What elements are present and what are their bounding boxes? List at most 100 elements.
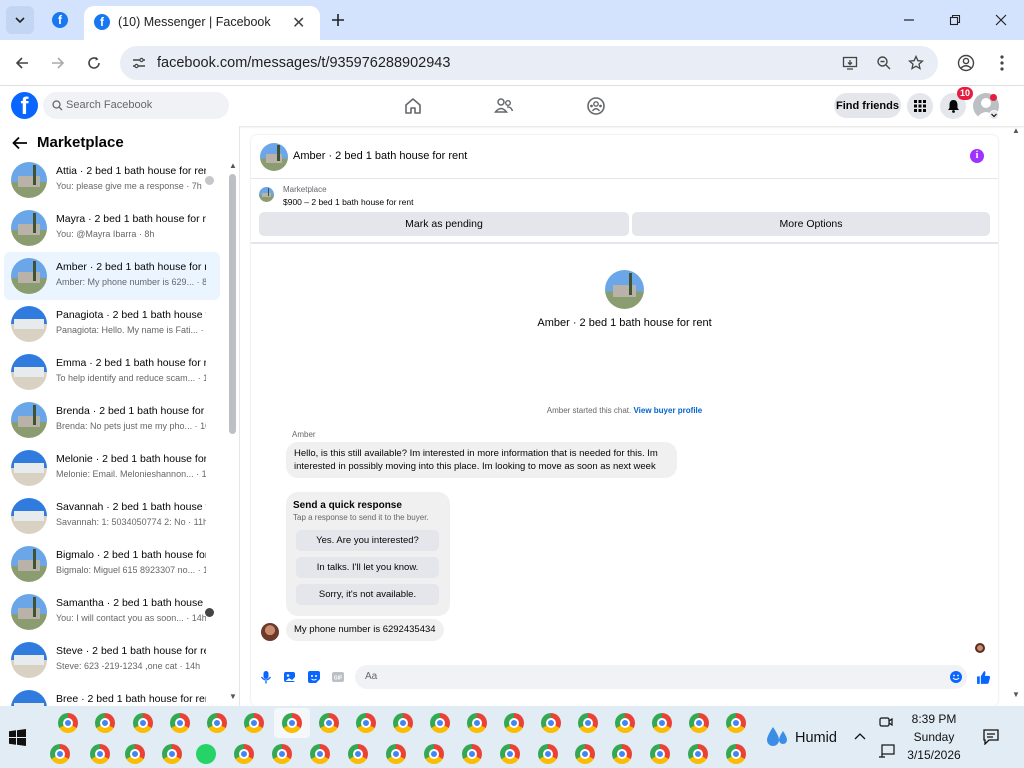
chrome-taskbar-icon[interactable] bbox=[207, 713, 227, 733]
chrome-taskbar-icon[interactable] bbox=[244, 713, 264, 733]
site-settings-icon[interactable] bbox=[132, 56, 146, 70]
windows-start-icon[interactable] bbox=[9, 729, 26, 746]
friends-icon[interactable] bbox=[494, 96, 514, 116]
chrome-taskbar-icon[interactable] bbox=[575, 744, 595, 764]
pinned-tab-facebook[interactable]: f bbox=[46, 6, 74, 34]
clock-date[interactable]: 3/15/2026 bbox=[901, 748, 967, 762]
chrome-taskbar-icon[interactable] bbox=[726, 713, 746, 733]
emoji-icon[interactable] bbox=[949, 670, 963, 684]
chrome-taskbar-icon[interactable] bbox=[688, 744, 708, 764]
address-bar[interactable]: facebook.com/messages/t/935976288902943 bbox=[120, 46, 938, 80]
gif-icon[interactable]: GIF bbox=[331, 670, 345, 684]
message-input[interactable]: Aa bbox=[355, 665, 967, 689]
conversation-item[interactable]: Attia · 2 bed 1 bath house for rent You: … bbox=[4, 156, 220, 204]
more-options-button[interactable]: More Options bbox=[632, 212, 990, 236]
clock-day[interactable]: Sunday bbox=[901, 730, 967, 744]
chrome-taskbar-icon[interactable] bbox=[90, 744, 110, 764]
chrome-taskbar-icon[interactable] bbox=[652, 713, 672, 733]
clock-time[interactable]: 8:39 PM bbox=[901, 712, 967, 726]
chrome-taskbar-icon[interactable] bbox=[500, 744, 520, 764]
chrome-taskbar-icon[interactable] bbox=[538, 744, 558, 764]
chrome-taskbar-icon[interactable] bbox=[95, 713, 115, 733]
chrome-taskbar-icon[interactable] bbox=[578, 713, 598, 733]
chrome-taskbar-icon[interactable] bbox=[162, 744, 182, 764]
conversation-item[interactable]: Mayra · 2 bed 1 bath house for rent You: … bbox=[4, 204, 220, 252]
weather-drop-icon[interactable] bbox=[764, 725, 790, 749]
mark-as-pending-button[interactable]: Mark as pending bbox=[259, 212, 629, 236]
chrome-taskbar-icon[interactable] bbox=[504, 713, 524, 733]
quick-reply-button[interactable]: Yes. Are you interested? bbox=[296, 530, 439, 551]
chrome-taskbar-icon[interactable] bbox=[58, 713, 78, 733]
chat-title[interactable]: Amber · 2 bed 1 bath house for rent bbox=[293, 150, 467, 162]
quick-reply-button[interactable]: Sorry, it's not available. bbox=[296, 584, 439, 605]
back-button[interactable] bbox=[8, 49, 36, 77]
chrome-taskbar-icon[interactable] bbox=[234, 744, 254, 764]
chrome-taskbar-icon[interactable] bbox=[689, 713, 709, 733]
info-icon[interactable]: i bbox=[970, 149, 984, 163]
profile-avatar[interactable] bbox=[605, 270, 644, 309]
browser-menu-button[interactable] bbox=[988, 49, 1016, 77]
chrome-taskbar-icon[interactable] bbox=[348, 744, 368, 764]
chrome-taskbar-icon[interactable] bbox=[462, 744, 482, 764]
conversation-item[interactable]: Melonie · 2 bed 1 bath house for rent Mel… bbox=[4, 444, 220, 492]
photo-icon[interactable] bbox=[283, 670, 297, 684]
install-app-icon[interactable] bbox=[842, 55, 858, 71]
close-tab-icon[interactable]: ✕ bbox=[292, 13, 305, 33]
chrome-taskbar-icon[interactable] bbox=[125, 744, 145, 764]
chrome-taskbar-icon[interactable] bbox=[310, 744, 330, 764]
weather-text[interactable]: Humid bbox=[795, 730, 837, 746]
conversation-item[interactable]: Bigmalo · 2 bed 1 bath house for rent Big… bbox=[4, 540, 220, 588]
scroll-up-icon[interactable]: ▲ bbox=[229, 161, 237, 170]
close-window-button[interactable] bbox=[978, 0, 1024, 40]
menu-button[interactable] bbox=[907, 93, 933, 119]
page-scroll-down-icon[interactable]: ▼ bbox=[1012, 690, 1020, 699]
listing-price-title[interactable]: $900 – 2 bed 1 bath house for rent bbox=[283, 197, 413, 207]
conversation-item[interactable]: Bree · 2 bed 1 bath house for rent bbox=[4, 684, 220, 706]
page-scroll-up-icon[interactable]: ▲ bbox=[1012, 126, 1020, 135]
chrome-taskbar-icon[interactable] bbox=[282, 713, 302, 733]
conversation-item[interactable]: Emma · 2 bed 1 bath house for rent To hel… bbox=[4, 348, 220, 396]
chrome-taskbar-icon[interactable] bbox=[541, 713, 561, 733]
tab-messenger[interactable]: f (10) Messenger | Facebook ✕ bbox=[84, 6, 320, 40]
restore-button[interactable] bbox=[932, 0, 978, 40]
thumbs-up-icon[interactable] bbox=[976, 670, 991, 685]
conversation-item[interactable]: Savannah · 2 bed 1 bath house for rent Sa… bbox=[4, 492, 220, 540]
minimize-button[interactable] bbox=[886, 0, 932, 40]
conversation-item[interactable]: Samantha · 2 bed 1 bath house for rent Yo… bbox=[4, 588, 220, 636]
chrome-taskbar-icon[interactable] bbox=[386, 744, 406, 764]
whatsapp-taskbar-icon[interactable] bbox=[196, 744, 216, 764]
conversation-item[interactable]: Brenda · 2 bed 1 bath house for rent Bren… bbox=[4, 396, 220, 444]
conversation-item[interactable]: Steve · 2 bed 1 bath house for rent Steve… bbox=[4, 636, 220, 684]
home-icon[interactable] bbox=[403, 96, 423, 116]
new-tab-button[interactable] bbox=[324, 6, 352, 34]
chrome-taskbar-icon[interactable] bbox=[424, 744, 444, 764]
conversation-item[interactable]: Amber · 2 bed 1 bath house for rent Amber… bbox=[4, 252, 220, 300]
forward-button[interactable] bbox=[44, 49, 72, 77]
chrome-taskbar-icon[interactable] bbox=[356, 713, 376, 733]
scroll-down-icon[interactable]: ▼ bbox=[229, 692, 237, 701]
reload-button[interactable] bbox=[80, 49, 108, 77]
chrome-taskbar-icon[interactable] bbox=[430, 713, 450, 733]
chrome-taskbar-icon[interactable] bbox=[615, 713, 635, 733]
tab-search-button[interactable] bbox=[6, 6, 34, 34]
chrome-taskbar-icon[interactable] bbox=[133, 713, 153, 733]
meet-now-icon[interactable] bbox=[878, 714, 894, 730]
profile-button[interactable] bbox=[952, 49, 980, 77]
sidebar-scrollbar[interactable] bbox=[229, 174, 236, 434]
quick-reply-button[interactable]: In talks. I'll let you know. bbox=[296, 557, 439, 578]
network-icon[interactable] bbox=[878, 744, 896, 760]
sticker-icon[interactable] bbox=[307, 670, 321, 684]
chrome-taskbar-icon[interactable] bbox=[612, 744, 632, 764]
conversation-item[interactable]: Panagiota · 2 bed 1 bath house for rent P… bbox=[4, 300, 220, 348]
search-facebook-input[interactable]: Search Facebook bbox=[43, 92, 229, 119]
back-arrow-icon[interactable] bbox=[12, 136, 28, 150]
chevron-up-icon[interactable] bbox=[854, 732, 866, 740]
notification-center-icon[interactable] bbox=[983, 729, 999, 745]
chrome-taskbar-icon[interactable] bbox=[650, 744, 670, 764]
chrome-taskbar-icon[interactable] bbox=[467, 713, 487, 733]
chrome-taskbar-icon[interactable] bbox=[393, 713, 413, 733]
bookmark-star-icon[interactable] bbox=[908, 55, 924, 71]
chrome-taskbar-icon[interactable] bbox=[272, 744, 292, 764]
view-buyer-profile-link[interactable]: View buyer profile bbox=[633, 406, 702, 415]
find-friends-button[interactable]: Find friends bbox=[834, 93, 901, 118]
